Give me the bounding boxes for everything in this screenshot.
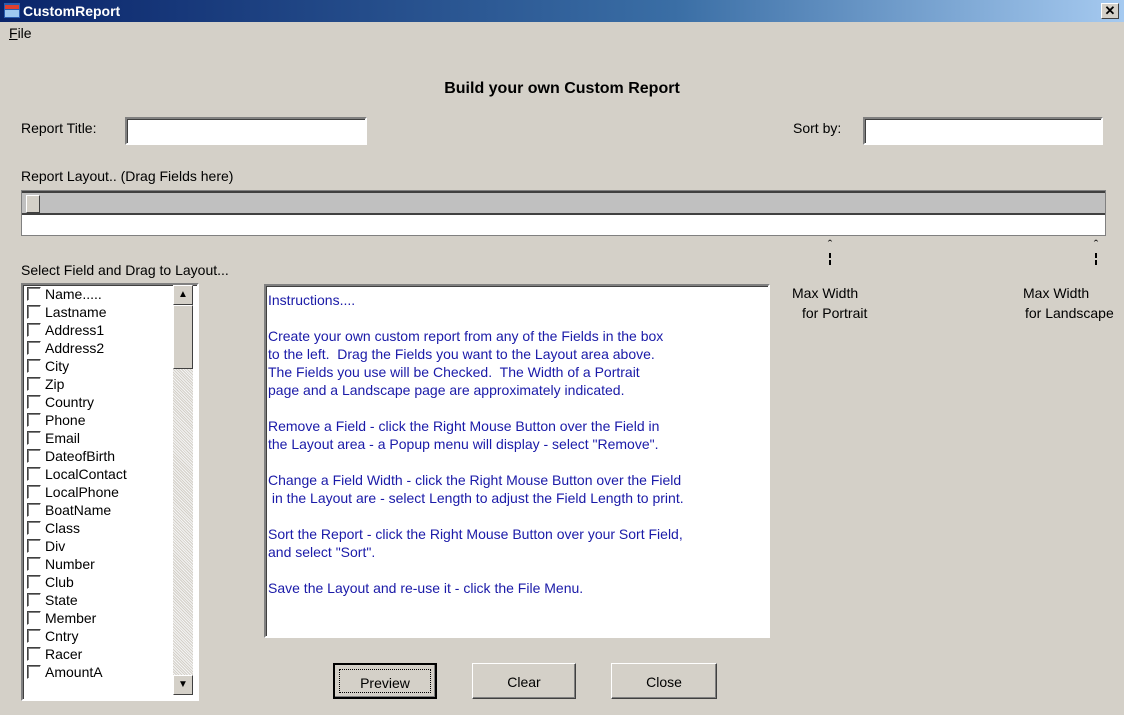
preview-button[interactable]: Preview: [333, 663, 437, 699]
list-item[interactable]: Lastname: [27, 304, 106, 322]
focus-ring: [339, 669, 431, 693]
landscape-label-2: for Landscape: [1025, 305, 1114, 321]
layout-label: Report Layout.. (Drag Fields here): [21, 168, 234, 184]
checkbox[interactable]: [27, 431, 41, 445]
landscape-label-1: Max Width: [1023, 285, 1090, 301]
checkbox[interactable]: [27, 503, 41, 517]
report-title-input[interactable]: [125, 117, 367, 145]
checkbox[interactable]: [27, 377, 41, 391]
list-item[interactable]: Address1: [27, 322, 104, 340]
list-item[interactable]: Number: [27, 556, 95, 574]
checkbox[interactable]: [27, 629, 41, 643]
checkbox[interactable]: [27, 539, 41, 553]
list-item[interactable]: BoatName: [27, 502, 111, 520]
checkbox[interactable]: [27, 521, 41, 535]
list-item[interactable]: Email: [27, 430, 80, 448]
instructions-box[interactable]: Instructions.... Create your own custom …: [264, 284, 770, 638]
close-label: Close: [646, 674, 682, 690]
scroll-up-icon[interactable]: ▲: [173, 285, 193, 305]
scroll-down-icon[interactable]: ▼: [173, 675, 193, 695]
window-title: CustomReport: [23, 3, 121, 19]
checkbox[interactable]: [27, 575, 41, 589]
checkbox[interactable]: [27, 665, 41, 679]
portrait-marker: ˆ: [824, 238, 836, 265]
report-title-label: Report Title:: [21, 120, 97, 136]
report-layout-area[interactable]: [21, 190, 1106, 236]
title-bar: CustomReport ✕: [0, 0, 1124, 22]
layout-handle[interactable]: [26, 195, 40, 213]
checkbox[interactable]: [27, 413, 41, 427]
layout-ruler: [22, 191, 1105, 215]
checkbox[interactable]: [27, 485, 41, 499]
list-item[interactable]: LocalPhone: [27, 484, 119, 502]
list-item[interactable]: Address2: [27, 340, 104, 358]
list-item[interactable]: City: [27, 358, 69, 376]
list-item[interactable]: Phone: [27, 412, 85, 430]
checkbox[interactable]: [27, 449, 41, 463]
close-icon[interactable]: ✕: [1101, 3, 1119, 19]
app-icon: [4, 3, 20, 18]
list-item[interactable]: Racer: [27, 646, 82, 664]
list-item[interactable]: Country: [27, 394, 94, 412]
select-field-label: Select Field and Drag to Layout...: [21, 262, 229, 278]
list-item[interactable]: Class: [27, 520, 80, 538]
checkbox[interactable]: [27, 557, 41, 571]
field-list-scrollbar[interactable]: ▲ ▼: [173, 285, 193, 695]
list-item[interactable]: Name.....: [27, 286, 102, 304]
portrait-label-1: Max Width: [792, 285, 859, 301]
list-item[interactable]: Club: [27, 574, 74, 592]
close-button[interactable]: Close: [611, 663, 717, 699]
list-item[interactable]: DateofBirth: [27, 448, 115, 466]
checkbox[interactable]: [27, 305, 41, 319]
checkbox[interactable]: [27, 647, 41, 661]
field-list[interactable]: Name..... Lastname Address1 Address2 Cit…: [21, 283, 199, 701]
menu-bar: File: [0, 22, 1124, 44]
clear-button[interactable]: Clear: [472, 663, 576, 699]
checkbox[interactable]: [27, 287, 41, 301]
checkbox[interactable]: [27, 467, 41, 481]
scroll-thumb[interactable]: [173, 305, 193, 369]
list-item[interactable]: Member: [27, 610, 96, 628]
page-title: Build your own Custom Report: [444, 80, 680, 97]
menu-file[interactable]: File: [9, 25, 32, 41]
checkbox[interactable]: [27, 593, 41, 607]
list-item[interactable]: State: [27, 592, 78, 610]
list-item[interactable]: Div: [27, 538, 65, 556]
list-item[interactable]: Cntry: [27, 628, 78, 646]
portrait-label-2: for Portrait: [802, 305, 868, 321]
list-item[interactable]: AmountA: [27, 664, 103, 682]
landscape-marker: ˆ: [1090, 238, 1102, 265]
checkbox[interactable]: [27, 395, 41, 409]
sort-by-label: Sort by:: [793, 120, 842, 136]
list-item[interactable]: LocalContact: [27, 466, 127, 484]
checkbox[interactable]: [27, 611, 41, 625]
list-item[interactable]: Zip: [27, 376, 64, 394]
checkbox[interactable]: [27, 323, 41, 337]
checkbox[interactable]: [27, 359, 41, 373]
clear-label: Clear: [507, 674, 541, 690]
checkbox[interactable]: [27, 341, 41, 355]
sort-by-input[interactable]: [863, 117, 1103, 145]
